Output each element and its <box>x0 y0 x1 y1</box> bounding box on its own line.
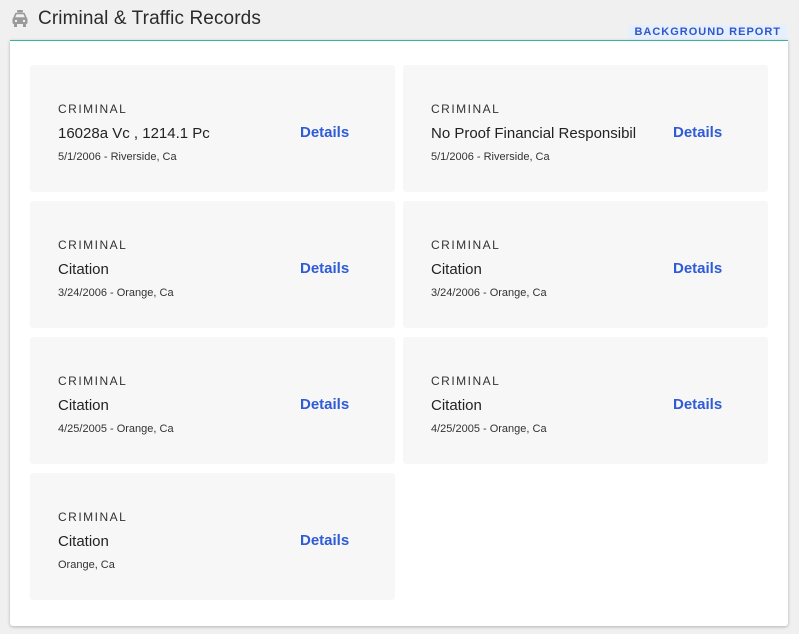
record-name: No Proof Financial Responsibil <box>431 125 637 142</box>
record-date-location: 5/1/2006 - Riverside, Ca <box>431 151 550 163</box>
record-date-location: 4/25/2005 - Orange, Ca <box>431 423 547 435</box>
record-date-location: 3/24/2006 - Orange, Ca <box>58 287 174 299</box>
record-card: CRIMINAL Citation 3/24/2006 - Orange, Ca De… <box>30 201 395 328</box>
section-title: Criminal & Traffic Records <box>38 8 261 29</box>
record-card: CRIMINAL Citation 4/25/2005 - Orange, Ca De… <box>30 337 395 464</box>
record-card: CRIMINAL No Proof Financial Responsibil 5/… <box>403 65 768 192</box>
details-link[interactable]: Details <box>300 532 349 549</box>
record-category: CRIMINAL <box>431 374 501 388</box>
details-link[interactable]: Details <box>673 124 722 141</box>
record-category: CRIMINAL <box>58 238 128 252</box>
record-date-location: 3/24/2006 - Orange, Ca <box>431 287 547 299</box>
record-date-location: 4/25/2005 - Orange, Ca <box>58 423 174 435</box>
section-header: Criminal & Traffic Records BACKGROUND RE… <box>0 0 799 40</box>
record-category: CRIMINAL <box>58 374 128 388</box>
record-category: CRIMINAL <box>431 238 501 252</box>
records-grid: CRIMINAL 16028a Vc , 1214.1 Pc 5/1/2006 - … <box>30 65 768 600</box>
details-link[interactable]: Details <box>300 396 349 413</box>
record-category: CRIMINAL <box>58 102 128 116</box>
record-category: CRIMINAL <box>431 102 501 116</box>
details-link[interactable]: Details <box>673 396 722 413</box>
record-name: Citation <box>58 261 109 278</box>
record-name: Citation <box>58 533 109 550</box>
record-name: Citation <box>431 261 482 278</box>
record-card: CRIMINAL Citation Orange, Ca Details <box>30 473 395 600</box>
record-name: 16028a Vc , 1214.1 Pc <box>58 125 210 142</box>
record-date-location: Orange, Ca <box>58 559 115 571</box>
record-card: CRIMINAL Citation 4/25/2005 - Orange, Ca De… <box>403 337 768 464</box>
record-name: Citation <box>58 397 109 414</box>
records-panel: CRIMINAL 16028a Vc , 1214.1 Pc 5/1/2006 - … <box>10 40 788 626</box>
details-link[interactable]: Details <box>673 260 722 277</box>
background-report-badge: BACKGROUND REPORT <box>628 25 787 39</box>
car-icon <box>10 9 30 29</box>
record-card: CRIMINAL 16028a Vc , 1214.1 Pc 5/1/2006 - … <box>30 65 395 192</box>
details-link[interactable]: Details <box>300 260 349 277</box>
record-date-location: 5/1/2006 - Riverside, Ca <box>58 151 177 163</box>
record-card: CRIMINAL Citation 3/24/2006 - Orange, Ca De… <box>403 201 768 328</box>
details-link[interactable]: Details <box>300 124 349 141</box>
record-category: CRIMINAL <box>58 510 128 524</box>
record-name: Citation <box>431 397 482 414</box>
